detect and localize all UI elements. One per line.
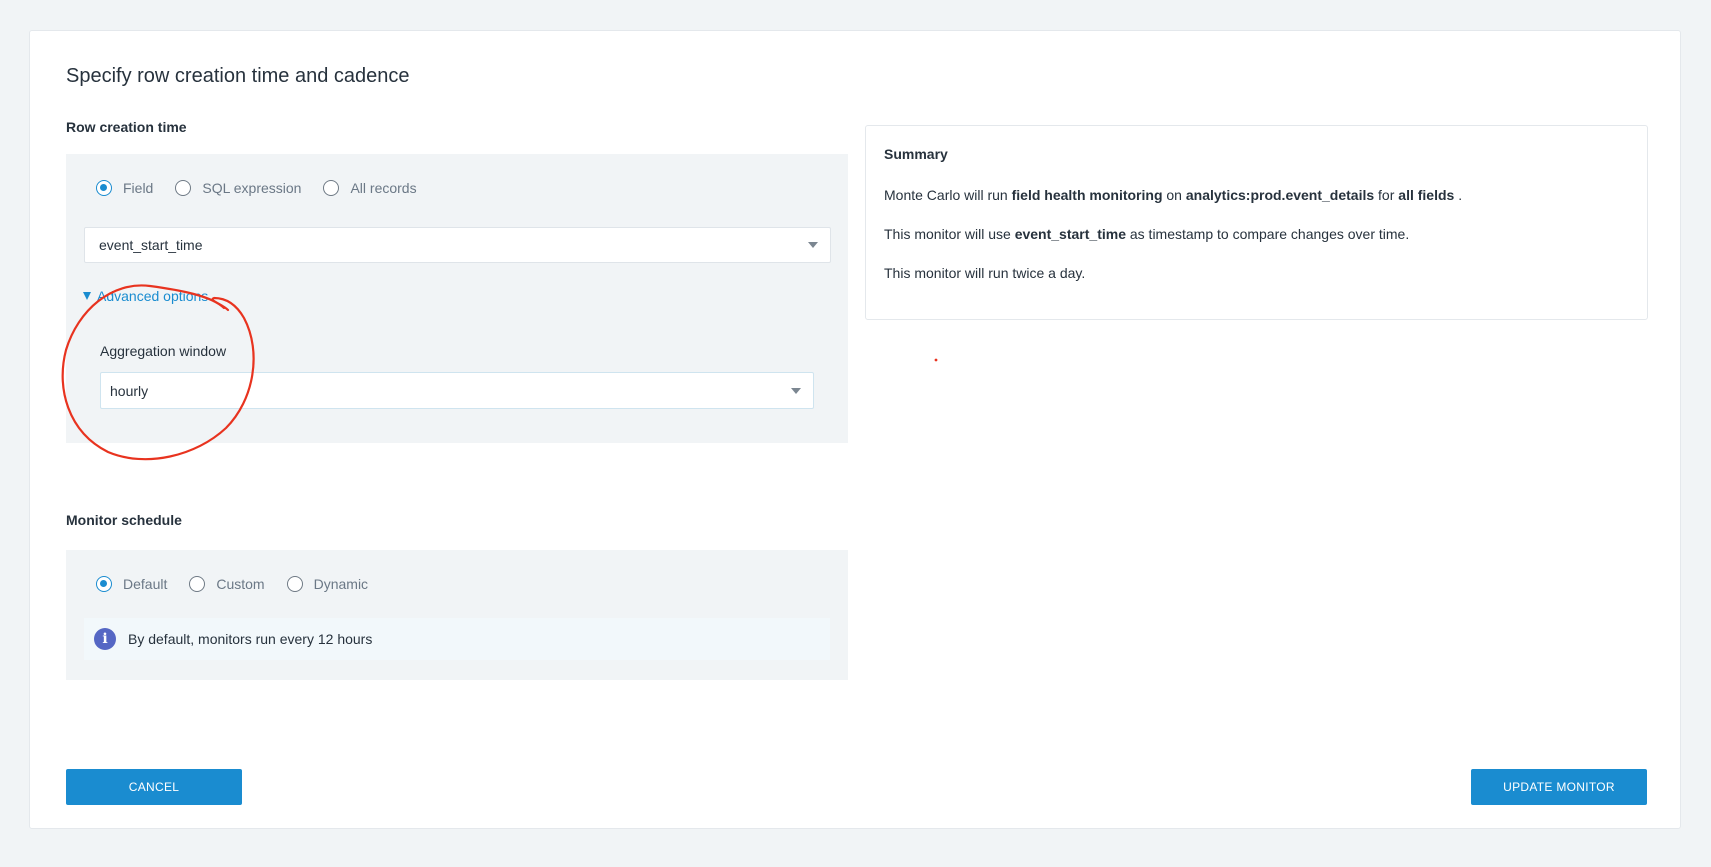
summary-line-monitoring: Monte Carlo will run field health monito…: [884, 187, 1462, 203]
chevron-down-icon: [808, 242, 818, 248]
aggregation-window-select[interactable]: hourly: [100, 372, 814, 409]
radio-sql-expression[interactable]: SQL expression: [175, 180, 301, 196]
summary-line-schedule: This monitor will run twice a day.: [884, 265, 1086, 281]
summary-panel: Summary Monte Carlo will run field healt…: [865, 125, 1648, 320]
info-icon: i: [94, 628, 116, 650]
schedule-info-banner: i By default, monitors run every 12 hour…: [84, 618, 830, 660]
radio-dynamic-label: Dynamic: [313, 576, 369, 592]
radio-field-label: Field: [123, 180, 154, 196]
monitor-schedule-panel: Default Custom Dynamic i By default, mon…: [66, 550, 848, 680]
schedule-info-text: By default, monitors run every 12 hours: [128, 631, 373, 647]
field-select-value: event_start_time: [99, 237, 203, 253]
summary-text: .: [1454, 187, 1463, 203]
monitor-config-card: Specify row creation time and cadence Ro…: [29, 30, 1681, 829]
radio-field-dot[interactable]: [96, 180, 112, 196]
page-title: Specify row creation time and cadence: [66, 65, 410, 87]
summary-title: Summary: [884, 146, 948, 162]
radio-dynamic-dot[interactable]: [286, 576, 303, 592]
aggregation-window-label: Aggregation window: [100, 343, 227, 359]
advanced-options-toggle[interactable]: Advanced options: [83, 288, 208, 304]
chevron-down-icon: [791, 387, 801, 394]
advanced-options-label: Advanced options: [97, 288, 209, 304]
radio-sql-expression-label: SQL expression: [202, 180, 302, 196]
summary-text: for: [1374, 187, 1399, 203]
radio-field[interactable]: Field: [96, 180, 153, 196]
radio-custom-label: Custom: [216, 576, 265, 592]
radio-default-dot[interactable]: [96, 576, 112, 592]
row-creation-section-label: Row creation time: [66, 119, 187, 135]
radio-all-records-dot[interactable]: [323, 180, 340, 196]
summary-text: as timestamp to compare changes over tim…: [1125, 226, 1410, 242]
radio-sql-expression-dot[interactable]: [175, 180, 192, 196]
schedule-radio-group: Default Custom Dynamic: [96, 576, 390, 592]
monitor-schedule-section-label: Monitor schedule: [66, 512, 182, 528]
radio-custom-dot[interactable]: [189, 576, 206, 592]
row-creation-radio-group: Field SQL expression All records: [96, 180, 439, 196]
field-select[interactable]: event_start_time: [84, 227, 831, 263]
field-scope: all fields: [1398, 187, 1455, 203]
radio-custom[interactable]: Custom: [189, 576, 265, 592]
aggregation-window-value: hourly: [110, 382, 149, 399]
radio-all-records[interactable]: All records: [323, 180, 417, 196]
cancel-button[interactable]: CANCEL: [66, 769, 242, 805]
radio-default-label: Default: [123, 576, 168, 592]
summary-line-timestamp: This monitor will use event_start_time a…: [884, 226, 1409, 242]
update-monitor-button[interactable]: UPDATE MONITOR: [1471, 769, 1647, 805]
triangle-down-icon: [83, 292, 91, 300]
summary-text: Monte Carlo will run: [884, 187, 1012, 203]
row-creation-panel: Field SQL expression All records event_s…: [66, 154, 848, 443]
radio-dynamic[interactable]: Dynamic: [286, 576, 369, 592]
summary-text: This monitor will use: [884, 226, 1015, 242]
monitor-type: field health monitoring: [1011, 187, 1163, 203]
radio-all-records-label: All records: [350, 180, 417, 196]
radio-default[interactable]: Default: [96, 576, 167, 592]
summary-text: on: [1162, 187, 1186, 203]
timestamp-field: event_start_time: [1014, 226, 1126, 242]
table-name: analytics:prod.event_details: [1185, 187, 1375, 203]
